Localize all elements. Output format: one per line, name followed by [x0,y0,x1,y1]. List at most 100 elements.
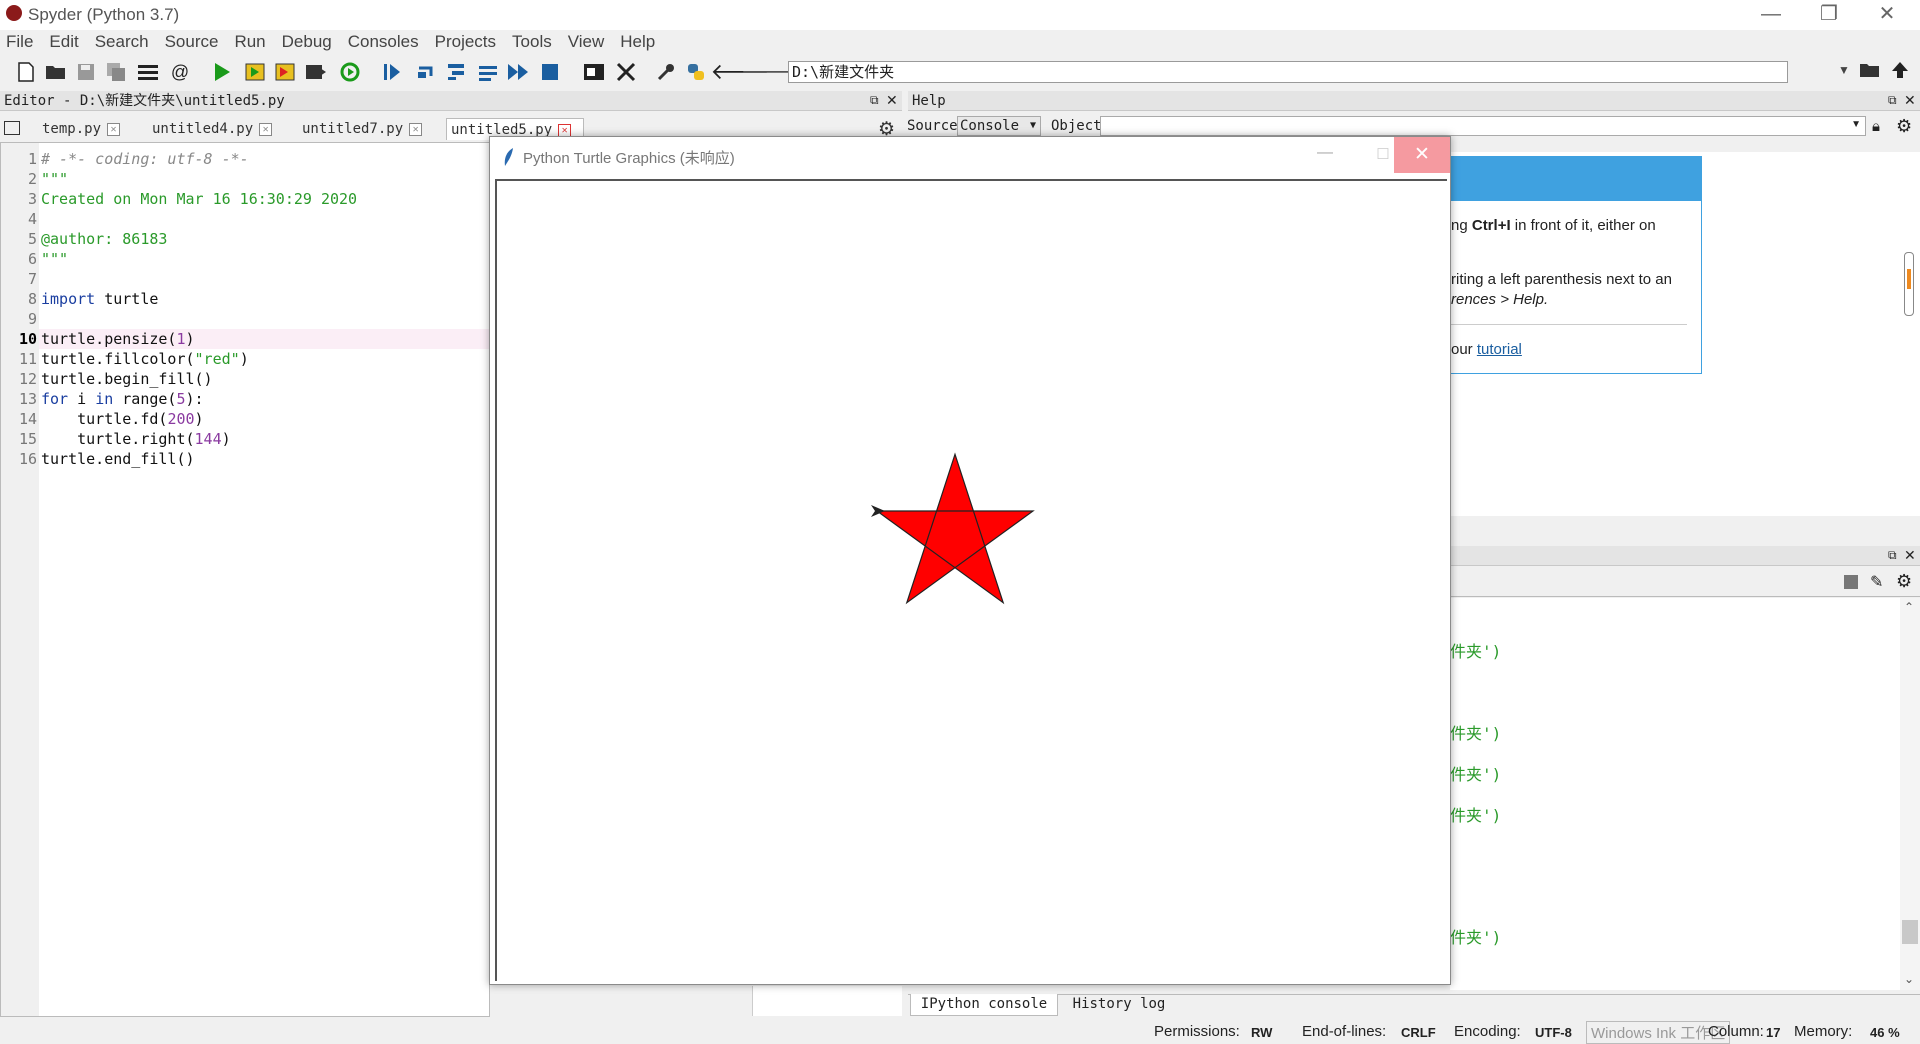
tutorial-link[interactable]: tutorial [1477,341,1522,358]
debug-icon[interactable] [380,60,404,84]
clear-console-eraser-icon[interactable]: ✎ [1870,572,1883,592]
line-number-gutter: 1 2 3 4 5 6 7 8 9 10 11 12 13 14 15 16 [1,143,39,1016]
menu-view[interactable]: View [562,30,611,54]
code-line: turtle.right(144) [41,430,231,448]
path-dropdown-icon[interactable]: ▼ [1838,63,1850,77]
menu-tools[interactable]: Tools [506,30,558,54]
memory-label: Memory: [1794,1023,1853,1040]
working-directory-input[interactable]: D:\新建文件夹 [788,61,1788,83]
tab-untitled4-py[interactable]: untitled4.py ✕ [148,118,276,140]
menu-run[interactable]: Run [228,30,271,54]
stop-debug-icon[interactable] [538,60,562,84]
turtle-canvas[interactable] [495,179,1447,981]
line-number: 10 [18,330,37,348]
help-pane-header: Help [908,91,1920,111]
tab-close-icon[interactable]: ✕ [558,123,572,137]
menu-source[interactable]: Source [159,30,225,54]
help-scrollbar[interactable] [1904,252,1914,316]
line-number: 3 [27,190,37,208]
run-selection-icon[interactable] [304,60,328,84]
menu-search[interactable]: Search [89,30,155,54]
open-file-icon[interactable] [44,60,68,84]
scroll-thumb[interactable] [1902,920,1918,944]
help-options-gear-icon[interactable]: ⚙ [1896,116,1912,137]
object-input[interactable]: ▼ [1100,116,1866,136]
tab-close-icon[interactable]: ✕ [259,122,273,136]
close-pane-icon[interactable]: ✕ [886,92,898,109]
code-line: import turtle [41,290,159,308]
file-list-icon[interactable] [136,60,160,84]
python-path-icon[interactable] [684,60,708,84]
console-options-gear-icon[interactable]: ⚙ [1896,571,1912,592]
turtle-graphics-window[interactable]: Python Turtle Graphics (未响应) — ☐ ✕ [489,136,1451,985]
menu-file[interactable]: File [0,30,39,54]
line-number: 13 [18,390,37,408]
ipython-console-output[interactable]: 件夹') 件夹') 件夹') 件夹') 件夹') [1450,598,1900,990]
continue-icon[interactable] [506,60,530,84]
new-file-icon[interactable] [14,60,38,84]
run-icon[interactable] [210,60,234,84]
turtle-close-icon[interactable]: ✕ [1394,137,1450,173]
fullscreen-icon[interactable] [614,60,638,84]
menu-consoles[interactable]: Consoles [342,30,425,54]
console-line: 件夹') [1450,928,1502,947]
undock-icon[interactable]: ⧉ [1888,93,1897,108]
tab-history-log[interactable]: History log [1064,994,1174,1016]
run-cell-advance-icon[interactable] [274,60,298,84]
tab-close-icon[interactable]: ✕ [107,122,121,136]
tab-ipython-console[interactable]: IPython console [910,994,1058,1016]
scroll-down-icon[interactable]: ⌄ [1904,972,1914,986]
code-line: turtle.begin_fill() [41,370,213,388]
line-number: 5 [27,230,37,248]
tab-untitled7-py[interactable]: untitled7.py ✕ [298,118,426,140]
close-icon[interactable]: ✕ [1858,0,1916,30]
turtle-window-title: Python Turtle Graphics (未响应) [523,150,735,167]
minimize-icon[interactable]: — [1742,0,1800,30]
interrupt-kernel-icon[interactable] [1844,575,1858,589]
step-into-icon[interactable] [444,60,468,84]
menu-debug[interactable]: Debug [276,30,338,54]
object-dropdown-icon[interactable]: ▼ [1851,119,1861,130]
title-bar: Spyder (Python 3.7) — ❐ ✕ [0,0,1920,30]
browse-folder-icon[interactable] [1858,58,1882,82]
forward-arrow-icon[interactable]: 🡒 [741,59,800,84]
parent-directory-icon[interactable] [1888,58,1912,82]
tab-close-icon[interactable]: ✕ [409,122,423,136]
maximize-pane-icon[interactable] [582,60,606,84]
source-select[interactable]: Console ▼ [957,116,1041,136]
at-icon[interactable]: @ [168,60,192,84]
menu-edit[interactable]: Edit [43,30,84,54]
code-line: """ [41,170,69,188]
browse-tabs-icon[interactable] [4,121,20,135]
help-text-line4: our tutorial [1451,341,1522,358]
console-scrollbar[interactable]: ⌃ ⌄ [1900,598,1920,990]
line-number: 6 [27,250,37,268]
code-editor[interactable]: 1 2 3 4 5 6 7 8 9 10 11 12 13 14 15 16 #… [0,142,491,1017]
save-all-icon[interactable] [104,60,128,84]
close-pane-icon[interactable]: ✕ [1904,92,1916,109]
divider [1451,324,1687,325]
rerun-icon[interactable] [338,60,362,84]
editor-hscroll-area [752,986,902,1016]
code-line: turtle.pensize(1) [41,330,195,348]
tab-temp-py[interactable]: temp.py ✕ [38,118,124,140]
menu-bar: File Edit Search Source Run Debug Consoles Proj… [0,30,1920,54]
save-icon[interactable] [74,60,98,84]
menu-projects[interactable]: Projects [429,30,502,54]
scroll-up-icon[interactable]: ⌃ [1904,600,1914,614]
menu-help[interactable]: Help [614,30,661,54]
star-drawing [871,452,1035,605]
close-pane-icon[interactable]: ✕ [1904,547,1916,564]
step-return-icon[interactable] [476,60,500,84]
code-line: Created on Mon Mar 16 16:30:29 2020 [41,190,358,208]
run-cell-icon[interactable] [244,60,268,84]
editor-pane-header: Editor - D:\新建文件夹\untitled5.py [0,91,902,111]
lock-icon[interactable]: 🔒︎ [1872,118,1880,135]
line-number: 14 [18,410,37,428]
step-icon[interactable] [414,60,438,84]
undock-icon[interactable]: ⧉ [870,93,879,108]
restore-icon[interactable]: ❐ [1800,0,1858,30]
turtle-minimize-icon[interactable]: — [1296,137,1354,173]
preferences-wrench-icon[interactable] [654,60,678,84]
undock-icon[interactable]: ⧉ [1888,548,1897,563]
